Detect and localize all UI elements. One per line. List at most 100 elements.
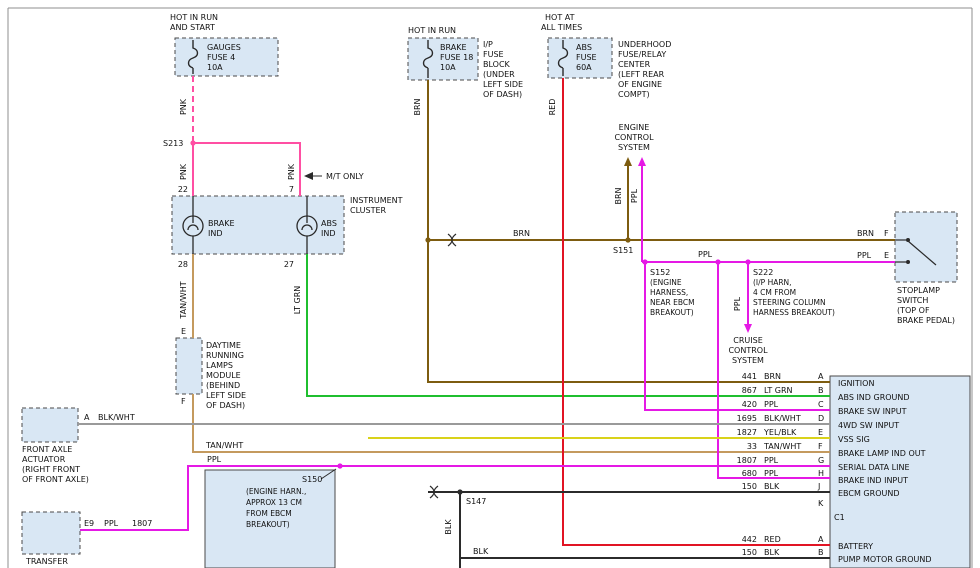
- wire-color-label: BRN: [413, 98, 422, 115]
- indicator-label: IND: [321, 229, 336, 238]
- terminal-letter: F: [884, 229, 889, 238]
- ebcm-module-box: [830, 376, 970, 568]
- splice-s147: [457, 489, 462, 494]
- wire-color-label: PNK: [179, 98, 188, 115]
- terminal-letter: E: [818, 428, 823, 437]
- splice-note: (ENGINE: [650, 278, 682, 287]
- component-label: SWITCH: [897, 296, 928, 305]
- component-label: STOPLAMP: [897, 286, 940, 295]
- circuit-number: 1807: [132, 519, 152, 528]
- component-label: (UNDER: [483, 70, 515, 79]
- component-label: OF DASH): [483, 90, 522, 99]
- splice-note: (I/P HARN,: [753, 278, 792, 287]
- indicator-label: IND: [208, 229, 223, 238]
- wire-color-label: PPL: [764, 400, 779, 409]
- component-label: FUSE/RELAY: [618, 50, 666, 59]
- splice-label: S150: [302, 475, 322, 484]
- fuse-label: GAUGES: [207, 43, 241, 52]
- junction-brn: [425, 237, 430, 242]
- pin-number: 22: [178, 185, 188, 194]
- component-label: COMPT): [618, 90, 650, 99]
- component-label: FUSE: [483, 50, 504, 59]
- system-label: SYSTEM: [618, 143, 650, 152]
- wire-color-label: BLK: [473, 547, 489, 556]
- terminal-letter: A: [818, 535, 824, 544]
- module-pin-function: ABS IND GROUND: [838, 393, 910, 402]
- wire-color-label: PPL: [764, 456, 779, 465]
- component-label: OF FRONT AXLE): [22, 475, 89, 484]
- component-label: DAYTIME: [206, 341, 241, 350]
- switch-terminal-e: [906, 260, 910, 264]
- wire-color-label: PPL: [764, 469, 779, 478]
- wire-color-label: PNK: [287, 163, 296, 180]
- drl-module-box: [176, 338, 202, 394]
- terminal-letter: E: [884, 251, 889, 260]
- component-label: OF ENGINE: [618, 80, 662, 89]
- module-pin-function: IGNITION: [838, 379, 874, 388]
- wire-color-label: RED: [764, 535, 781, 544]
- system-label: ENGINE: [619, 123, 650, 132]
- terminal-letter: A: [818, 372, 824, 381]
- splice-note: STEERING COLUMN: [753, 298, 826, 307]
- system-label: SYSTEM: [732, 356, 764, 365]
- wire-color-label: BRN: [513, 229, 530, 238]
- fuse-label: 60A: [576, 63, 592, 72]
- component-label: OF DASH): [206, 401, 245, 410]
- component-label: INSTRUMENT: [350, 196, 403, 205]
- splice-label: S222: [753, 268, 773, 277]
- component-label: FRONT AXLE: [22, 445, 72, 454]
- wire-color-label: BLK: [444, 519, 453, 535]
- component-label: TRANSFER: [25, 557, 68, 566]
- component-label: (LEFT REAR: [618, 70, 665, 79]
- circuit-number: 33: [747, 442, 757, 451]
- switch-terminal-f: [906, 238, 910, 242]
- wire-color-label: TAN/WHT: [763, 442, 801, 451]
- terminal-letter: C: [818, 400, 824, 409]
- module-pin-function: SERIAL DATA LINE: [838, 463, 910, 472]
- component-label: LEFT SIDE: [206, 391, 246, 400]
- splice-s222: [745, 259, 750, 264]
- fuse-label: FUSE 4: [207, 53, 235, 62]
- component-label: LEFT SIDE: [483, 80, 523, 89]
- module-pin-function: BRAKE LAMP IND OUT: [838, 449, 926, 458]
- splice-label: S151: [613, 246, 633, 255]
- circuit-number: 680: [742, 469, 757, 478]
- wire-color-label: BLK: [764, 548, 780, 557]
- circuit-number: 150: [742, 548, 757, 557]
- power-label: HOT IN RUN: [170, 13, 218, 22]
- transfer-box: [22, 512, 80, 554]
- component-label: I/P: [483, 40, 493, 49]
- wire-color-label: BRN: [614, 187, 623, 204]
- component-label: LAMPS: [206, 361, 233, 370]
- component-label: CENTER: [618, 60, 651, 69]
- terminal-letter: F: [818, 442, 823, 451]
- splice-note: BREAKOUT): [246, 520, 290, 529]
- splice-note: HARNESS,: [650, 288, 688, 297]
- wire-color-label: BLK/WHT: [98, 413, 135, 422]
- circuit-number: 1695: [737, 414, 757, 423]
- splice-note: BREAKOUT): [650, 308, 694, 317]
- splice-s152: [642, 259, 647, 264]
- indicator-label: BRAKE: [208, 219, 235, 228]
- wire-color-label: TAN/WHT: [179, 281, 188, 319]
- component-label: (BEHIND: [206, 381, 240, 390]
- wire-color-label: LT GRN: [293, 286, 302, 315]
- terminal-letter: E9: [84, 519, 94, 528]
- circuit-number: 1807: [737, 456, 757, 465]
- arrow-ppl-cruise: [744, 324, 752, 333]
- wire-color-label: BRN: [764, 372, 781, 381]
- wire-color-label: BRN: [857, 229, 874, 238]
- module-pin-function: 4WD SW INPUT: [838, 421, 899, 430]
- wire-color-label: PPL: [857, 251, 872, 260]
- front-axle-actuator-box: [22, 408, 78, 442]
- arrow-brn-engine-control: [624, 157, 632, 166]
- terminal-letter: B: [818, 386, 824, 395]
- wire-color-label: PPL: [104, 519, 119, 528]
- wiring-diagram-page: HOT IN RUNAND STARTGAUGESFUSE 410AHOT IN…: [0, 0, 980, 568]
- component-label: ACTUATOR: [22, 455, 66, 464]
- splice-label: S152: [650, 268, 670, 277]
- fuse-label: ABS: [576, 43, 592, 52]
- junction-ppl-680: [715, 259, 720, 264]
- component-label: (RIGHT FRONT: [22, 465, 80, 474]
- circuit-number: 150: [742, 482, 757, 491]
